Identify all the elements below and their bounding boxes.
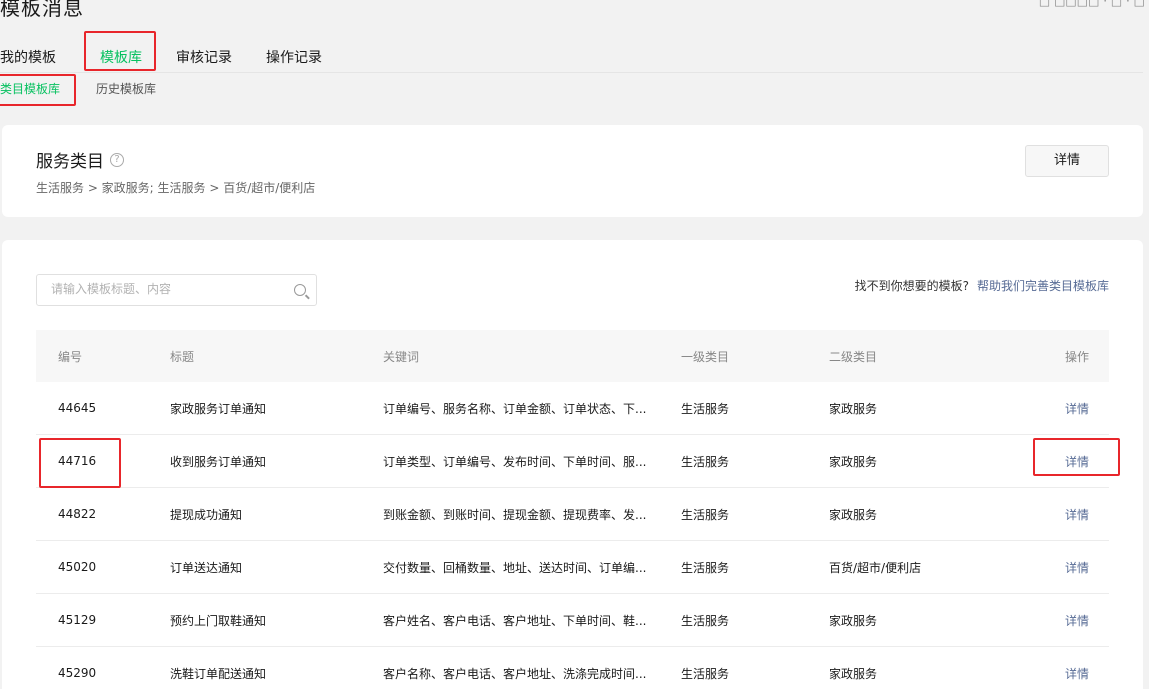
row-id: 44822 [58, 507, 97, 521]
row-category-2: 家政服务 [829, 613, 878, 628]
template-table: 编号 标题 关键词 一级类目 二级类目 操作 44645 家政服务订单通知 订单… [36, 330, 1109, 689]
top-right-links[interactable]: □ □□□□ · □ · □ [1039, 0, 1145, 8]
row-category-1: 生活服务 [681, 507, 730, 522]
main-tabs: 我的模板 模板库 审核记录 操作记录 [0, 44, 356, 72]
row-title: 订单送达通知 [170, 560, 243, 575]
row-detail-link[interactable]: 详情 [1017, 400, 1109, 417]
row-category-2: 百货/超市/便利店 [829, 560, 922, 575]
sub-tabs: 类目模板库 历史模板库 [0, 80, 190, 98]
hint-text: 找不到你想要的模板? [854, 279, 969, 293]
help-icon[interactable]: ? [110, 152, 124, 167]
template-list-card: 找不到你想要的模板? 帮助我们完善类目模板库 编号 标题 关键词 一级类目 二级类… [2, 240, 1143, 689]
service-detail-button[interactable]: 详情 [1025, 145, 1109, 177]
column-header-keywords: 关键词 [383, 349, 420, 364]
column-header-title: 标题 [170, 349, 195, 364]
row-keywords: 客户名称、客户电话、客户地址、洗涤完成时间... [383, 666, 647, 681]
search-input[interactable] [51, 282, 281, 296]
column-header-action: 操作 [1064, 349, 1089, 364]
row-keywords: 客户姓名、客户电话、客户地址、下单时间、鞋... [383, 613, 647, 628]
row-detail-link[interactable]: 详情 [1017, 559, 1109, 576]
tab-review-records[interactable]: 审核记录 [176, 44, 232, 72]
missing-template-hint: 找不到你想要的模板? 帮助我们完善类目模板库 [855, 277, 1109, 294]
table-row: 44716 收到服务订单通知 订单类型、订单编号、发布时间、下单时间、服... … [36, 435, 1109, 488]
row-detail-link[interactable]: 详情 [1017, 612, 1109, 629]
table-header: 编号 标题 关键词 一级类目 二级类目 操作 [36, 330, 1109, 382]
row-id: 44645 [58, 401, 97, 415]
subtab-history-library[interactable]: 历史模板库 [96, 80, 156, 98]
row-id: 45290 [58, 666, 97, 680]
column-header-id: 编号 [58, 349, 83, 364]
row-category-1: 生活服务 [681, 560, 730, 575]
row-keywords: 交付数量、回桶数量、地址、送达时间、订单编... [383, 560, 647, 575]
row-detail-link[interactable]: 详情 [1017, 453, 1109, 470]
row-title: 洗鞋订单配送通知 [170, 666, 267, 681]
row-category-2: 家政服务 [829, 454, 878, 469]
page-title: 模板消息 [0, 0, 84, 20]
row-category-1: 生活服务 [681, 613, 730, 628]
table-row: 44822 提现成功通知 到账金额、到账时间、提现金额、提现费率、发... 生活… [36, 488, 1109, 541]
table-row: 45129 预约上门取鞋通知 客户姓名、客户电话、客户地址、下单时间、鞋... … [36, 594, 1109, 647]
table-row: 44645 家政服务订单通知 订单编号、服务名称、订单金额、订单状态、下... … [36, 382, 1109, 435]
row-category-1: 生活服务 [681, 401, 730, 416]
row-category-2: 家政服务 [829, 666, 878, 681]
row-title: 收到服务订单通知 [170, 454, 267, 469]
row-category-2: 家政服务 [829, 401, 878, 416]
row-detail-link[interactable]: 详情 [1017, 665, 1109, 682]
row-title: 家政服务订单通知 [170, 401, 267, 416]
tab-operation-records[interactable]: 操作记录 [266, 44, 322, 72]
row-keywords: 订单类型、订单编号、发布时间、下单时间、服... [383, 454, 647, 469]
tab-template-library[interactable]: 模板库 [100, 44, 142, 72]
row-id: 44716 [58, 454, 97, 468]
row-category-1: 生活服务 [681, 666, 730, 681]
row-title: 预约上门取鞋通知 [170, 613, 267, 628]
table-row: 45020 订单送达通知 交付数量、回桶数量、地址、送达时间、订单编... 生活… [36, 541, 1109, 594]
tabs-divider [0, 72, 1143, 73]
service-category-breadcrumb: 生活服务 > 家政服务; 生活服务 > 百货/超市/便利店 [36, 181, 316, 195]
row-category-2: 家政服务 [829, 507, 878, 522]
tab-my-templates[interactable]: 我的模板 [0, 44, 56, 72]
row-keywords: 订单编号、服务名称、订单金额、订单状态、下... [383, 401, 647, 416]
column-header-category-2: 二级类目 [829, 349, 878, 364]
search-icon[interactable] [294, 284, 306, 296]
row-id: 45129 [58, 613, 97, 627]
table-row: 45290 洗鞋订单配送通知 客户名称、客户电话、客户地址、洗涤完成时间... … [36, 647, 1109, 689]
search-box[interactable] [36, 274, 317, 306]
row-id: 45020 [58, 560, 97, 574]
row-keywords: 到账金额、到账时间、提现金额、提现费率、发... [383, 507, 647, 522]
row-title: 提现成功通知 [170, 507, 243, 522]
help-improve-link[interactable]: 帮助我们完善类目模板库 [977, 279, 1109, 293]
row-category-1: 生活服务 [681, 454, 730, 469]
row-detail-link[interactable]: 详情 [1017, 506, 1109, 523]
service-category-title: 服务类目 ? [36, 147, 124, 172]
service-category-label: 服务类目 [36, 152, 104, 172]
column-header-category-1: 一级类目 [681, 349, 730, 364]
service-category-card: 服务类目 ? 生活服务 > 家政服务; 生活服务 > 百货/超市/便利店 详情 [2, 125, 1143, 217]
subtab-category-library[interactable]: 类目模板库 [0, 80, 60, 98]
